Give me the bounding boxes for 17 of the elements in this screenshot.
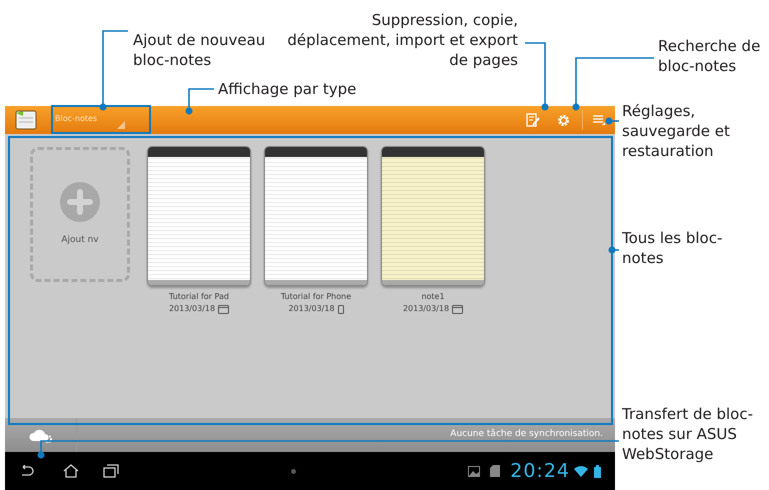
callout-label: Recherche de bloc-notes bbox=[658, 36, 762, 76]
notebook-title: Tutorial for Phone bbox=[280, 291, 352, 303]
notebook-title: Tutorial for Pad bbox=[169, 291, 229, 303]
callout-label: Ajout de nouveau bloc-notes bbox=[133, 30, 266, 70]
notebook-date: 2013/03/18 bbox=[288, 303, 335, 315]
sync-status-text: Aucune tâche de synchronisation. bbox=[450, 428, 603, 442]
callout-label: Réglages, sauvegarde et restauration bbox=[622, 101, 731, 161]
callout-label: Suppression, copie, déplacement, import et export de pages bbox=[286, 10, 518, 70]
notebook-date: 2013/03/18 bbox=[168, 303, 216, 315]
notebook-title: note1 bbox=[421, 291, 445, 303]
callout-label: Tous les bloc-notes bbox=[622, 228, 724, 268]
callout-label: Transfert de bloc-notes sur ASUS WebStorage bbox=[622, 404, 754, 464]
add-notebook-label: Ajout nv bbox=[61, 234, 99, 247]
add-notebook-card[interactable]: Ajout nv bbox=[30, 147, 130, 282]
callout-label: Affichage par type bbox=[218, 79, 356, 99]
notebook-date: 2013/03/18 bbox=[402, 303, 450, 315]
clock-time: 20:24 bbox=[510, 462, 570, 480]
